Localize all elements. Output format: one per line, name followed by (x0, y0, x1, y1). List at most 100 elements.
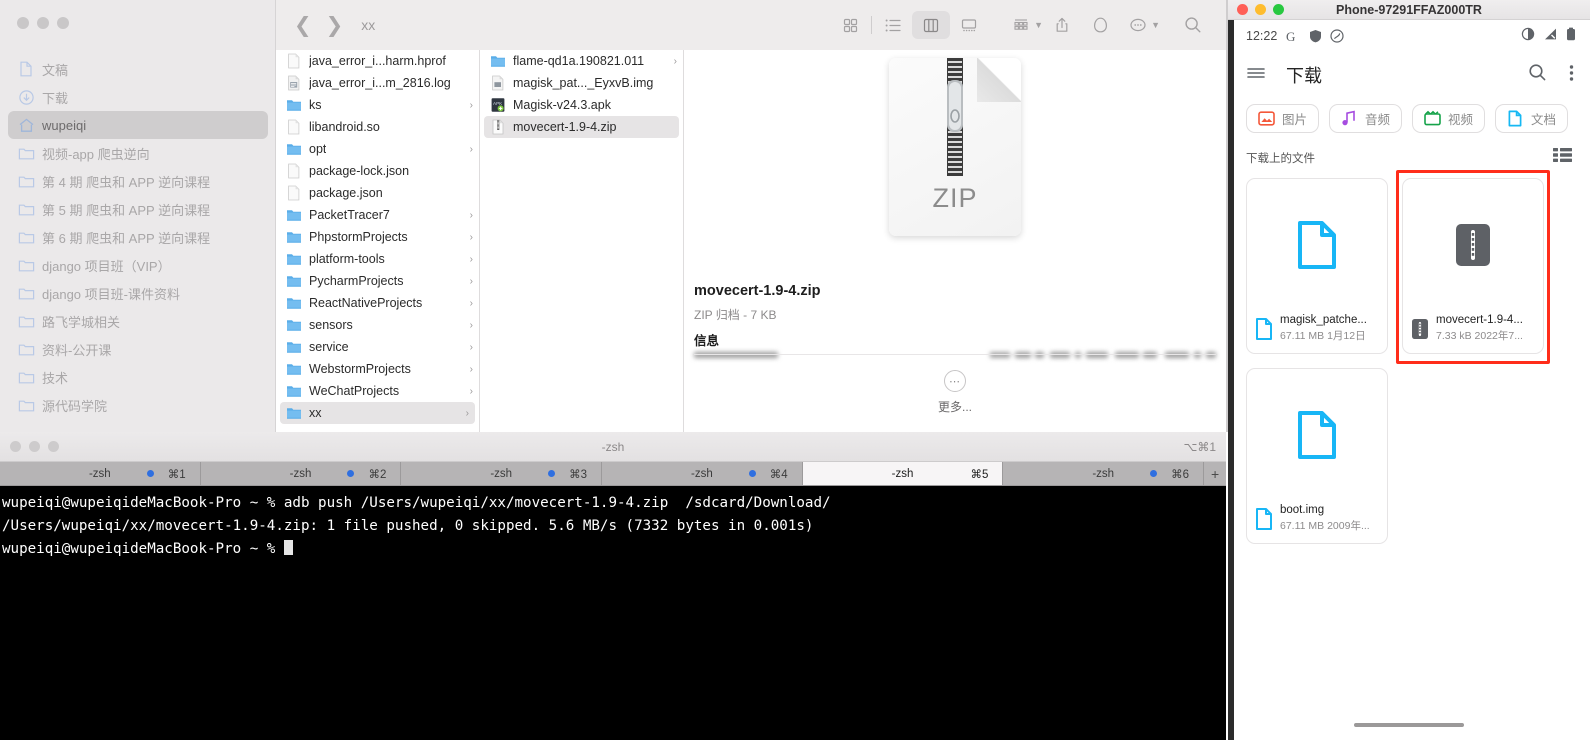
sidebar-item-4[interactable]: 第 4 期 爬虫和 APP 逆向课程 (0, 167, 276, 195)
file-row[interactable]: opt › (276, 138, 479, 160)
terminal-line-text: wupeiqi@wupeiqideMacBook-Pro ~ % (2, 541, 284, 557)
preview-more-button[interactable]: ⋯ 更多... (684, 370, 1226, 415)
hamburger-menu-icon[interactable] (1246, 65, 1266, 86)
file-row[interactable]: libandroid.so (276, 116, 479, 138)
terminal-close-button[interactable] (10, 441, 21, 452)
share-icon[interactable] (1043, 11, 1081, 39)
phone-zoom-button[interactable] (1273, 4, 1284, 15)
filter-chip-1[interactable]: 音频 (1329, 104, 1403, 133)
file-card[interactable]: movecert-1.9-4... 7.33 kB 2022年7... (1402, 178, 1544, 354)
phone-traffic-lights[interactable] (1237, 4, 1284, 15)
terminal-tab-3[interactable]: -zsh ⌘3 (401, 462, 603, 485)
tag-icon[interactable] (1081, 11, 1119, 39)
file-row[interactable]: package-lock.json (276, 160, 479, 182)
sidebar-item-1[interactable]: 下载 (0, 83, 276, 111)
back-icon[interactable]: ❮ (294, 15, 312, 36)
sidebar-item-9[interactable]: 路飞学城相关 (0, 307, 276, 335)
terminal-tab-4[interactable]: -zsh ⌘4 (602, 462, 803, 485)
file-row[interactable]: magisk_pat..._EyxvB.img (480, 72, 683, 94)
terminal-tab-bar[interactable]: -zsh ⌘1 -zsh ⌘2 -zsh ⌘3 -zsh ⌘4 -zsh ⌘5 -zsh ⌘6 + (0, 462, 1226, 486)
folder-icon (18, 201, 35, 218)
file-row[interactable]: sensors › (276, 314, 479, 336)
file-row[interactable]: movecert-1.9-4.zip (484, 116, 679, 138)
finder-close-button[interactable] (17, 17, 29, 29)
section-label: 下载上的文件 (1246, 152, 1315, 165)
finder-nav-arrows[interactable]: ❮ ❯ (294, 15, 343, 36)
chevron-down-icon[interactable]: ▼ (1034, 20, 1043, 30)
finder-column-1[interactable]: java_error_i...harm.hprof java_error_i...… (276, 50, 480, 432)
sidebar-item-7[interactable]: django 项目班（VIP） (0, 251, 276, 279)
finder-minimize-button[interactable] (37, 17, 49, 29)
sidebar-item-0[interactable]: 文稿 (0, 55, 276, 83)
terminal-output[interactable]: wupeiqi@wupeiqideMacBook-Pro ~ % adb pus… (0, 486, 1226, 561)
zip-gray-icon-small (1411, 318, 1429, 340)
terminal-minimize-button[interactable] (29, 441, 40, 452)
phone-mirror-window: Phone-97291FFAZ000TR 12:22 G 下载 图片 音频 视频… (1228, 0, 1590, 740)
more-vertical-icon[interactable] (1569, 64, 1574, 87)
file-row[interactable]: package.json (276, 182, 479, 204)
sidebar-item-2[interactable]: wupeiqi (8, 111, 268, 139)
search-icon[interactable] (1174, 11, 1212, 39)
file-row[interactable]: APK Magisk-v24.3.apk (480, 94, 683, 116)
finder-column-2[interactable]: flame-qd1a.190821.011 › magisk_pat..._Eyxv… (480, 50, 684, 432)
terminal-traffic-lights[interactable] (10, 441, 59, 452)
signal-icon (1543, 27, 1558, 46)
file-row[interactable]: PhpstormProjects › (276, 226, 479, 248)
file-row[interactable]: flame-qd1a.190821.011 › (480, 50, 683, 72)
phone-filter-chips[interactable]: 图片 音频 视频 文档 (1228, 98, 1590, 133)
terminal-tab-6[interactable]: -zsh ⌘6 (1003, 462, 1205, 485)
file-row[interactable]: xx › (280, 402, 475, 424)
file-row[interactable]: PycharmProjects › (276, 270, 479, 292)
folder-icon (18, 397, 35, 414)
finder-traffic-lights[interactable] (17, 17, 69, 29)
terminal-new-tab-button[interactable]: + (1204, 462, 1226, 485)
sidebar-item-3[interactable]: 视频-app 爬虫逆向 (0, 139, 276, 167)
image-icon (1258, 110, 1275, 127)
home-icon (18, 117, 35, 134)
terminal-tab-5[interactable]: -zsh ⌘5 (802, 462, 1004, 485)
file-row[interactable]: java_error_i...harm.hprof (276, 50, 479, 72)
forward-icon[interactable]: ❯ (326, 15, 344, 36)
file-row[interactable]: java_error_i...m_2816.log (276, 72, 479, 94)
search-icon[interactable] (1528, 63, 1547, 87)
svg-text:G: G (1286, 29, 1295, 44)
finder-zoom-button[interactable] (57, 17, 69, 29)
sidebar-item-6[interactable]: 第 6 期 爬虫和 APP 逆向课程 (0, 223, 276, 251)
list-view-icon[interactable] (1553, 147, 1572, 168)
chevron-right-icon: › (469, 143, 473, 155)
file-row[interactable]: ks › (276, 94, 479, 116)
sidebar-item-10[interactable]: 资料-公开课 (0, 335, 276, 363)
sidebar-item-12[interactable]: 源代码学院 (0, 391, 276, 419)
sidebar-item-8[interactable]: django 项目班-课件资料 (0, 279, 276, 307)
filter-chip-2[interactable]: 视频 (1412, 104, 1486, 133)
file-row[interactable]: PacketTracer7 › (276, 204, 479, 226)
gallery-view-icon[interactable] (950, 11, 988, 39)
sidebar-item-5[interactable]: 第 5 期 爬虫和 APP 逆向课程 (0, 195, 276, 223)
file-row[interactable]: ReactNativeProjects › (276, 292, 479, 314)
column-view-icon[interactable] (912, 11, 951, 39)
folder-icon (18, 313, 35, 330)
file-card-size: 7.33 kB 2022年7... (1436, 330, 1523, 342)
filter-chip-0[interactable]: 图片 (1246, 104, 1320, 133)
file-row[interactable]: platform-tools › (276, 248, 479, 270)
grid-view-icon[interactable] (831, 11, 869, 39)
terminal-tab-1[interactable]: -zsh ⌘1 (0, 462, 201, 485)
ellipsis-circle-icon[interactable]: ⋯ (944, 370, 966, 392)
sidebar-item-11[interactable]: 技术 (0, 363, 276, 391)
file-card[interactable]: magisk_patche... 67.11 MB 1月12日 (1246, 178, 1388, 354)
phone-file-grid[interactable]: magisk_patche... 67.11 MB 1月12日 movecert-1… (1228, 168, 1590, 544)
filter-chip-3[interactable]: 文档 (1495, 104, 1569, 133)
file-row[interactable]: WeChatProjects › (276, 380, 479, 402)
list-view-icon[interactable] (874, 11, 912, 39)
file-row[interactable]: service › (276, 336, 479, 358)
file-name-label: movecert-1.9-4.zip (513, 120, 617, 134)
chevron-down-more-icon[interactable]: ▼ (1151, 20, 1160, 30)
file-row[interactable]: WebstormProjects › (276, 358, 479, 380)
preview-info-heading: 信息 (694, 334, 720, 348)
phone-close-button[interactable] (1237, 4, 1248, 15)
terminal-tab-2[interactable]: -zsh ⌘2 (200, 462, 402, 485)
file-log-icon (286, 75, 302, 91)
phone-minimize-button[interactable] (1255, 4, 1266, 15)
file-card[interactable]: boot.img 67.11 MB 2009年... (1246, 368, 1388, 544)
terminal-zoom-button[interactable] (48, 441, 59, 452)
